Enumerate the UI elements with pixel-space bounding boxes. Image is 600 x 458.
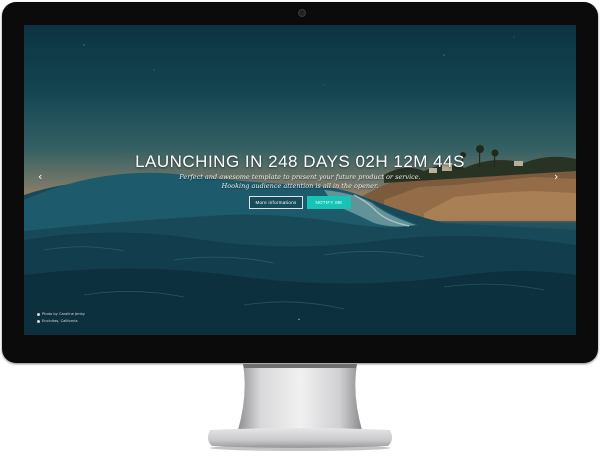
monitor-stand [207,364,393,451]
